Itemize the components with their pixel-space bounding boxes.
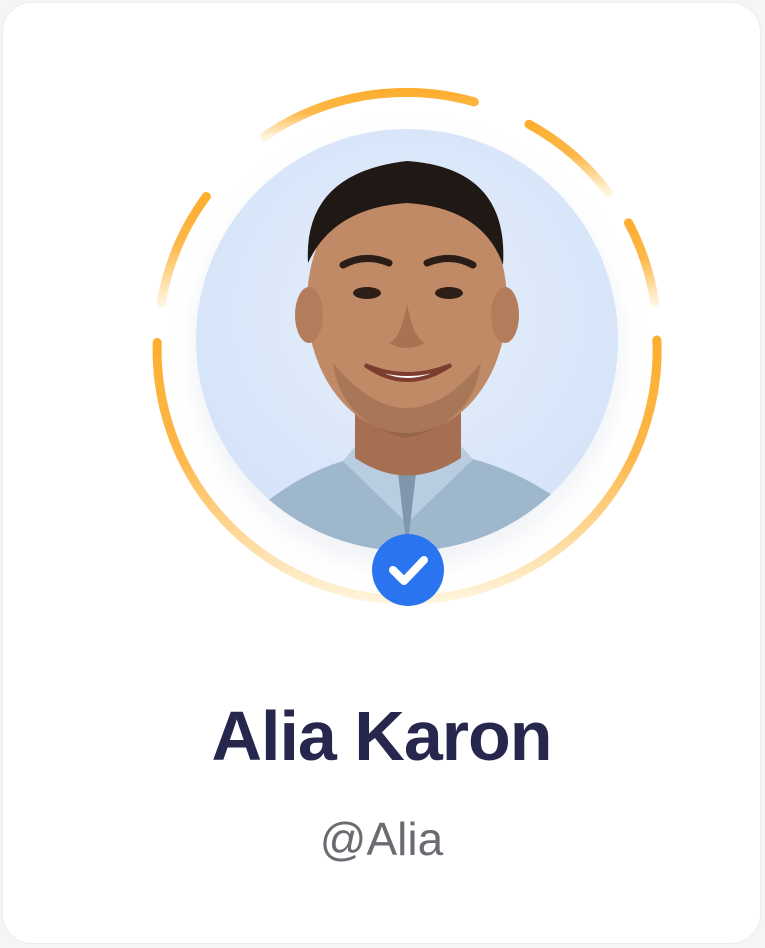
verified-badge [372,534,444,606]
avatar-ring [152,87,662,606]
profile-handle: @Alia [319,813,444,865]
profile-card: Alia Karon @Alia [2,2,761,944]
profile-name: Alia Karon [211,697,552,775]
